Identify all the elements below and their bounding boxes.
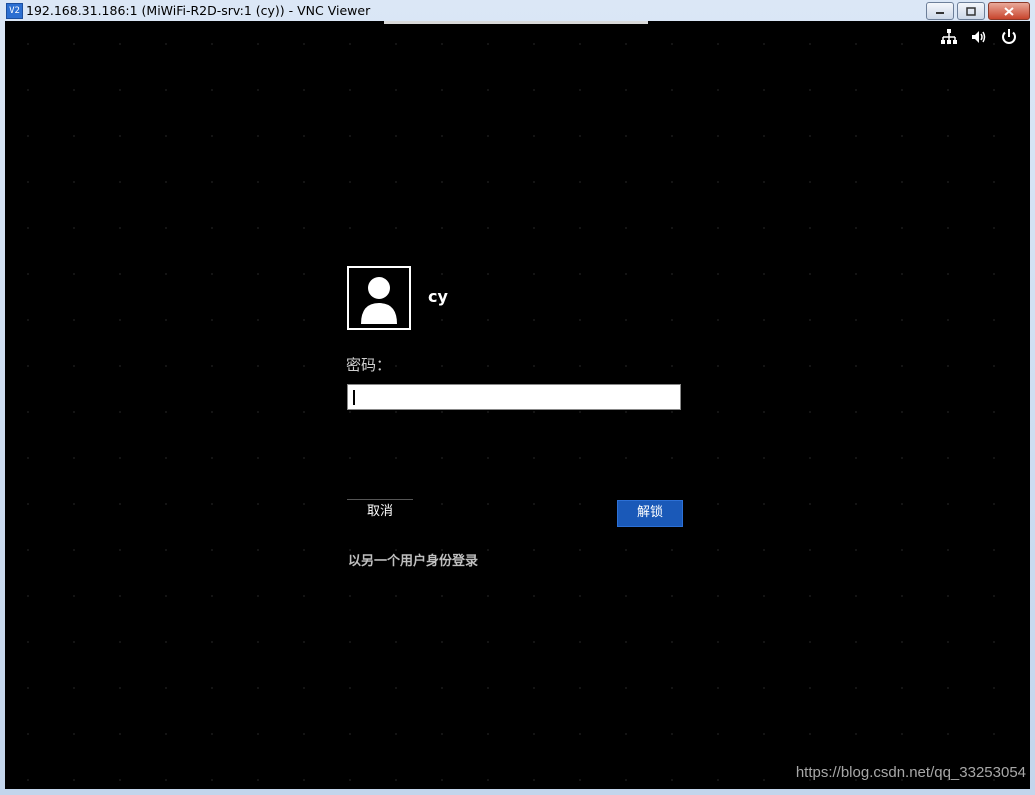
avatar (347, 266, 411, 330)
password-label: 密码： (346, 356, 392, 374)
username: cy (428, 287, 448, 306)
switch-user-link[interactable]: 以另一个用户身份登录 (348, 550, 478, 569)
vnc-viewer-window: V2 192.168.31.186:1 (MiWiFi-R2D-srv:1 (c… (0, 0, 1035, 795)
system-tray (940, 28, 1018, 46)
maximize-icon (966, 6, 976, 16)
close-icon (1004, 6, 1014, 16)
unlock-button[interactable]: 解锁 (617, 500, 683, 527)
close-button[interactable] (988, 2, 1030, 20)
volume-icon[interactable] (970, 28, 988, 46)
maximize-button[interactable] (957, 2, 985, 20)
cancel-button[interactable]: 取消 (347, 499, 413, 526)
title-bar: V2 192.168.31.186:1 (MiWiFi-R2D-srv:1 (c… (0, 0, 1035, 21)
watermark: https://blog.csdn.net/qq_33253054 (795, 764, 1026, 781)
password-input[interactable] (347, 384, 681, 410)
remote-screen[interactable]: cy 密码： 取消 解锁 以另一个用户身份登录 https://blog.csd… (5, 21, 1030, 789)
minimize-icon (936, 12, 944, 14)
network-icon[interactable] (940, 28, 958, 46)
window-title: 192.168.31.186:1 (MiWiFi-R2D-srv:1 (cy))… (26, 3, 371, 18)
minimize-button[interactable] (926, 2, 954, 20)
window-controls (926, 2, 1030, 20)
text-caret (353, 390, 355, 405)
power-icon[interactable] (1000, 28, 1018, 46)
vnc-icon: V2 (6, 3, 23, 19)
user-avatar-icon (361, 277, 397, 324)
top-panel-indicator (384, 21, 648, 24)
